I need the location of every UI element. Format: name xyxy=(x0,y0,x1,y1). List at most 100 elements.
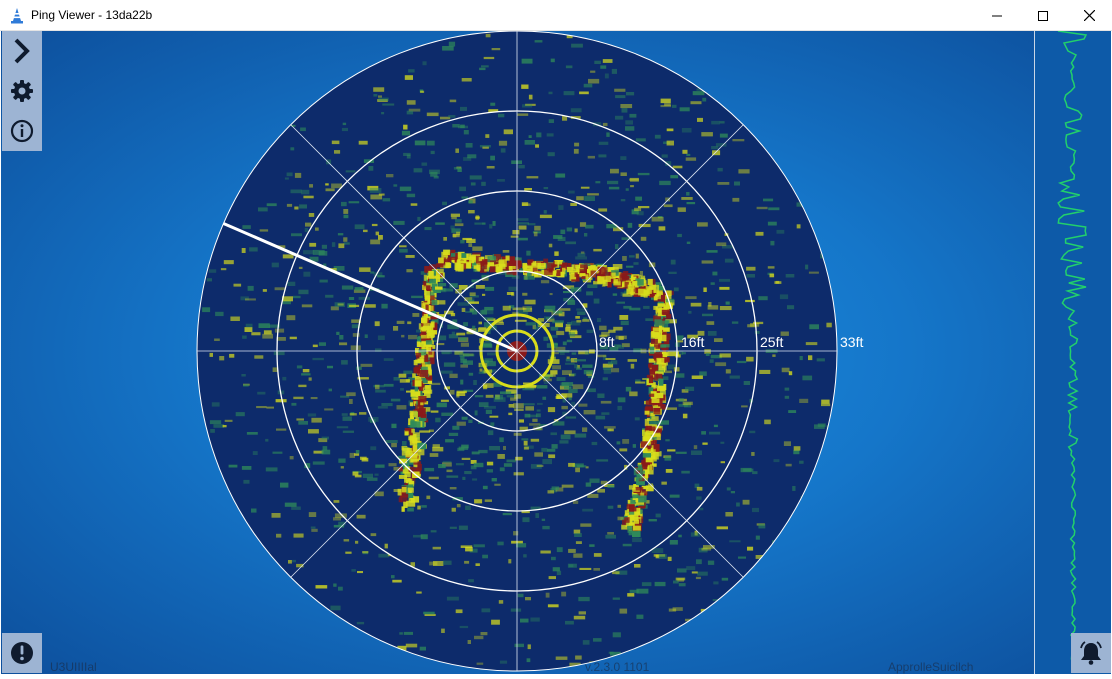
echo-pixel xyxy=(294,172,302,178)
echo-pixel xyxy=(759,369,771,374)
echo-pixel xyxy=(354,224,365,230)
echo-pixel xyxy=(324,408,334,411)
echo-pixel xyxy=(605,275,611,282)
echo-pixel xyxy=(487,352,497,356)
echo-pixel xyxy=(491,619,500,625)
echo-pixel xyxy=(206,278,212,282)
echo-pixel xyxy=(518,225,527,230)
echo-pixel xyxy=(321,244,327,249)
echo-pixel xyxy=(370,271,375,274)
echo-pixel xyxy=(428,429,434,432)
echo-pixel xyxy=(615,115,624,120)
echo-pixel xyxy=(666,140,674,146)
echo-pixel xyxy=(453,167,460,170)
echo-pixel xyxy=(430,321,435,328)
echo-pixel xyxy=(485,394,494,398)
echo-pixel xyxy=(419,369,429,377)
echo-pixel xyxy=(590,70,596,73)
minimize-button[interactable] xyxy=(974,0,1020,31)
settings-button[interactable] xyxy=(2,71,42,111)
status-left-text: U3UIIIIal xyxy=(50,660,97,674)
echo-pixel xyxy=(468,579,474,583)
echo-pixel xyxy=(420,90,425,93)
echo-pixel xyxy=(374,321,380,327)
status-info-button[interactable] xyxy=(2,633,42,673)
echo-pixel xyxy=(662,376,669,381)
echo-pixel xyxy=(567,322,572,325)
echo-pixel xyxy=(478,321,482,325)
echo-pixel xyxy=(661,309,670,315)
echo-pixel xyxy=(610,168,619,174)
echo-pixel xyxy=(478,402,489,407)
echo-pixel xyxy=(457,447,465,452)
echo-pixel xyxy=(583,410,596,415)
echo-pixel xyxy=(575,467,580,473)
echo-pixel xyxy=(711,120,720,125)
echo-pixel xyxy=(758,296,768,301)
echo-pixel xyxy=(746,356,754,362)
echo-pixel xyxy=(560,229,566,235)
echo-pixel xyxy=(547,448,556,452)
echo-pixel xyxy=(651,398,660,403)
info-button[interactable] xyxy=(2,111,42,151)
echo-pixel xyxy=(706,321,715,325)
echo-pixel xyxy=(446,469,453,473)
echo-pixel xyxy=(429,453,439,457)
echo-pixel xyxy=(655,513,661,518)
echo-pixel xyxy=(258,207,268,212)
echo-pixel xyxy=(219,356,225,361)
echo-pixel xyxy=(484,306,494,311)
echo-pixel xyxy=(696,559,702,565)
echo-pixel xyxy=(613,281,621,286)
echo-pixel xyxy=(382,103,395,106)
sonar-display-area[interactable]: 8ft 16ft 25ft 33ft xyxy=(1,31,1111,674)
notifications-button[interactable] xyxy=(1071,633,1111,673)
echo-pixel xyxy=(658,226,666,231)
echo-pixel xyxy=(651,216,664,222)
echo-pixel xyxy=(561,591,567,597)
echo-pixel xyxy=(681,128,692,133)
echo-pixel xyxy=(599,325,607,331)
maximize-button[interactable] xyxy=(1020,0,1066,31)
echo-pixel xyxy=(465,547,473,552)
echo-pixel xyxy=(646,374,654,378)
echo-pixel xyxy=(690,101,702,105)
echo-pixel xyxy=(263,330,272,335)
echo-pixel xyxy=(359,267,371,272)
echo-pixel xyxy=(485,33,491,38)
echo-pixel xyxy=(686,566,696,571)
alert-circle-icon xyxy=(11,642,33,664)
echo-pixel xyxy=(406,110,414,115)
echo-pixel xyxy=(461,307,466,312)
echo-pixel xyxy=(808,271,819,274)
echo-pixel xyxy=(784,395,790,399)
echo-pixel xyxy=(325,294,334,298)
echo-pixel xyxy=(403,631,413,635)
close-button[interactable] xyxy=(1066,0,1112,31)
echo-pixel xyxy=(235,412,245,417)
echo-pixel xyxy=(455,463,464,466)
echo-pixel xyxy=(374,473,379,476)
ping-viewer-logo-icon xyxy=(11,8,23,24)
echo-pixel xyxy=(578,403,588,407)
echo-pixel xyxy=(534,40,543,43)
echo-pixel xyxy=(568,462,575,467)
echo-pixel xyxy=(456,390,467,394)
echo-pixel xyxy=(707,331,717,336)
echo-pixel xyxy=(503,463,513,467)
echo-pixel xyxy=(793,446,801,451)
echo-pixel xyxy=(585,274,589,281)
echo-pixel xyxy=(341,285,354,290)
expand-menu-button[interactable] xyxy=(2,31,42,71)
echo-pixel xyxy=(575,655,582,660)
echo-pixel xyxy=(654,134,661,139)
echo-pixel xyxy=(808,355,813,361)
echo-pixel xyxy=(289,456,294,460)
echo-pixel xyxy=(627,528,633,533)
echo-pixel xyxy=(565,358,571,362)
echo-pixel xyxy=(573,553,583,558)
echo-pixel xyxy=(620,272,628,278)
polar-sonar-view[interactable] xyxy=(1,31,1111,674)
echo-pixel xyxy=(729,540,741,543)
echo-pixel xyxy=(736,502,740,507)
